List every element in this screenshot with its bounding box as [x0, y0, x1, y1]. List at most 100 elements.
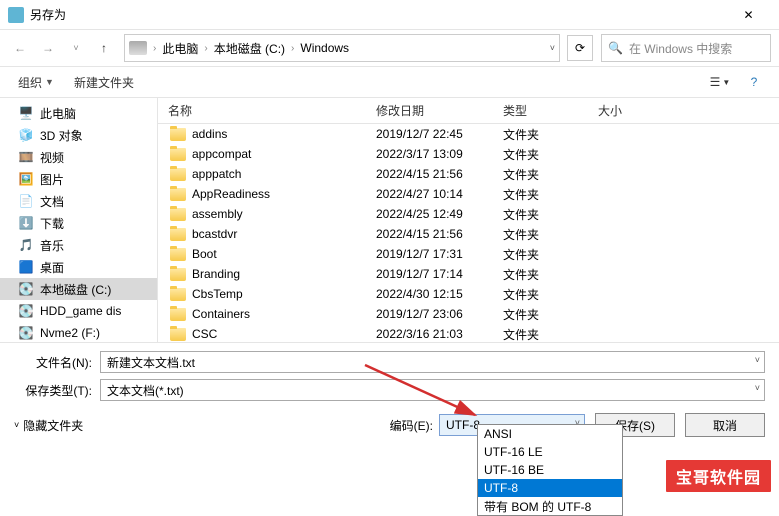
sidebar-item[interactable]: 🖥️此电脑 — [0, 102, 157, 124]
folder-icon — [170, 288, 186, 301]
breadcrumb-item[interactable]: 本地磁盘 (C:) — [210, 38, 289, 59]
file-row[interactable]: CSC 2022/3/16 21:03文件夹 — [158, 324, 779, 342]
help-button[interactable]: ? — [739, 70, 769, 94]
search-placeholder: 在 Windows 中搜索 — [629, 40, 732, 57]
window-title: 另存为 — [30, 6, 726, 23]
sidebar-item-label: 桌面 — [40, 259, 64, 276]
encoding-option[interactable]: UTF-16 LE — [478, 443, 622, 461]
col-type[interactable]: 类型 — [493, 102, 588, 119]
cancel-button[interactable]: 取消 — [685, 413, 765, 437]
breadcrumb-item[interactable]: 此电脑 — [158, 38, 202, 59]
chevron-down-icon[interactable]: ˅ — [755, 355, 760, 365]
chevron-down-icon[interactable]: ˅ — [755, 383, 760, 393]
folder-icon — [170, 168, 186, 181]
filename-label: 文件名(N): — [14, 354, 100, 371]
sidebar-item[interactable]: 🎞️视频 — [0, 146, 157, 168]
file-row[interactable]: CbsTemp 2022/4/30 12:15文件夹 — [158, 284, 779, 304]
sidebar-item[interactable]: 🖼️ 图片 — [0, 168, 157, 190]
file-row[interactable]: Branding2019/12/7 17:14文件夹 — [158, 264, 779, 284]
encoding-option[interactable]: UTF-8 — [478, 479, 622, 497]
view-options-button[interactable]: ☰▼ — [705, 70, 735, 94]
file-name: Boot — [192, 247, 217, 261]
address-dropdown-icon[interactable]: ˅ — [550, 43, 555, 53]
doc-icon: 📄 — [18, 193, 34, 209]
file-type: 文件夹 — [493, 286, 588, 303]
file-type: 文件夹 — [493, 306, 588, 323]
filename-value: 新建文本文档.txt — [107, 354, 195, 371]
desktop-icon: 🟦 — [18, 259, 34, 275]
file-list[interactable]: addins2019/12/7 22:45文件夹appcompat2022/3/… — [158, 124, 779, 342]
filetype-combo[interactable]: 文本文档(*.txt) ˅ — [100, 379, 765, 401]
pic-icon: 🖼️ — [18, 171, 34, 187]
file-name: Containers — [192, 307, 250, 321]
address-bar[interactable]: › 此电脑 › 本地磁盘 (C:) › Windows ˅ — [124, 34, 560, 62]
file-name: apppatch — [192, 167, 241, 181]
file-date: 2019/12/7 17:14 — [366, 267, 493, 281]
file-row[interactable]: apppatch2022/4/15 21:56文件夹 — [158, 164, 779, 184]
filetype-label: 保存类型(T): — [14, 382, 100, 399]
encoding-label: 编码(E): — [390, 417, 439, 434]
sidebar-item-label: 图片 — [40, 171, 64, 188]
file-row[interactable]: addins2019/12/7 22:45文件夹 — [158, 124, 779, 144]
watermark: 宝哥软件园 — [664, 458, 773, 494]
file-row[interactable]: AppReadiness2022/4/27 10:14文件夹 — [158, 184, 779, 204]
new-folder-button[interactable]: 新建文件夹 — [66, 70, 142, 95]
file-type: 文件夹 — [493, 246, 588, 263]
search-input[interactable]: 🔍 在 Windows 中搜索 — [601, 34, 771, 62]
forward-button[interactable]: → — [36, 36, 60, 60]
file-name: appcompat — [192, 147, 251, 161]
encoding-option[interactable]: ANSI — [478, 425, 622, 443]
file-row[interactable]: assembly2022/4/25 12:49文件夹 — [158, 204, 779, 224]
encoding-dropdown[interactable]: ANSIUTF-16 LEUTF-16 BEUTF-8带有 BOM 的 UTF-… — [477, 424, 623, 516]
file-row[interactable]: bcastdvr2022/4/15 21:56文件夹 — [158, 224, 779, 244]
col-name[interactable]: 名称 — [158, 102, 366, 119]
file-name: bcastdvr — [192, 227, 237, 241]
close-button[interactable]: ✕ — [726, 1, 771, 29]
file-type: 文件夹 — [493, 206, 588, 223]
folder-icon — [170, 268, 186, 281]
sidebar-item[interactable]: 💽HDD_game dis — [0, 300, 157, 322]
file-name: CSC — [192, 327, 217, 341]
file-date: 2019/12/7 23:06 — [366, 307, 493, 321]
col-date[interactable]: 修改日期 — [366, 102, 493, 119]
sidebar-item[interactable]: 💽Nvme2 (F:) — [0, 322, 157, 342]
folder-icon — [170, 188, 186, 201]
encoding-option[interactable]: UTF-16 BE — [478, 461, 622, 479]
file-name: AppReadiness — [192, 187, 270, 201]
breadcrumb-item[interactable]: Windows — [296, 39, 353, 57]
file-date: 2022/4/30 12:15 — [366, 287, 493, 301]
file-type: 文件夹 — [493, 326, 588, 343]
sidebar-item[interactable]: ⬇️下载 — [0, 212, 157, 234]
up-button[interactable]: ↑ — [92, 36, 116, 60]
file-row[interactable]: Boot2019/12/7 17:31文件夹 — [158, 244, 779, 264]
sidebar-item[interactable]: 🎵音乐 — [0, 234, 157, 256]
file-name: Branding — [192, 267, 240, 281]
file-date: 2022/4/15 21:56 — [366, 167, 493, 181]
filename-input[interactable]: 新建文本文档.txt ˅ — [100, 351, 765, 373]
organize-button[interactable]: 组织▼ — [10, 70, 62, 95]
sidebar-item[interactable]: 🟦 桌面 — [0, 256, 157, 278]
recent-dropdown[interactable]: ˅ — [64, 36, 88, 60]
sidebar-item[interactable]: 💽本地磁盘 (C:) — [0, 278, 157, 300]
file-date: 2019/12/7 22:45 — [366, 127, 493, 141]
chevron-right-icon: › — [151, 43, 158, 54]
col-size[interactable]: 大小 — [588, 102, 668, 119]
refresh-button[interactable]: ⟳ — [567, 35, 593, 61]
toolbar: 组织▼ 新建文件夹 ☰▼ ? — [0, 66, 779, 98]
sidebar-item-label: 此电脑 — [40, 105, 76, 122]
file-row[interactable]: Containers 2019/12/7 23:06文件夹 — [158, 304, 779, 324]
chevron-right-icon: › — [289, 43, 296, 54]
sidebar-item-label: 视频 — [40, 149, 64, 166]
file-name: CbsTemp — [192, 287, 243, 301]
bottom-panel: 文件名(N): 新建文本文档.txt ˅ 保存类型(T): 文本文档(*.txt… — [0, 342, 779, 445]
sidebar-item[interactable]: 🧊3D 对象 — [0, 124, 157, 146]
sidebar-item[interactable]: 📄文档 — [0, 190, 157, 212]
chevron-right-icon: › — [202, 43, 209, 54]
sidebar-item-label: HDD_game dis — [40, 304, 121, 318]
hide-folders-toggle[interactable]: ˅ 隐藏文件夹 — [14, 417, 83, 434]
file-row[interactable]: appcompat2022/3/17 13:09文件夹 — [158, 144, 779, 164]
navbar: ← → ˅ ↑ › 此电脑 › 本地磁盘 (C:) › Windows ˅ ⟳ … — [0, 30, 779, 66]
back-button[interactable]: ← — [8, 36, 32, 60]
file-date: 2022/3/16 21:03 — [366, 327, 493, 341]
file-type: 文件夹 — [493, 226, 588, 243]
